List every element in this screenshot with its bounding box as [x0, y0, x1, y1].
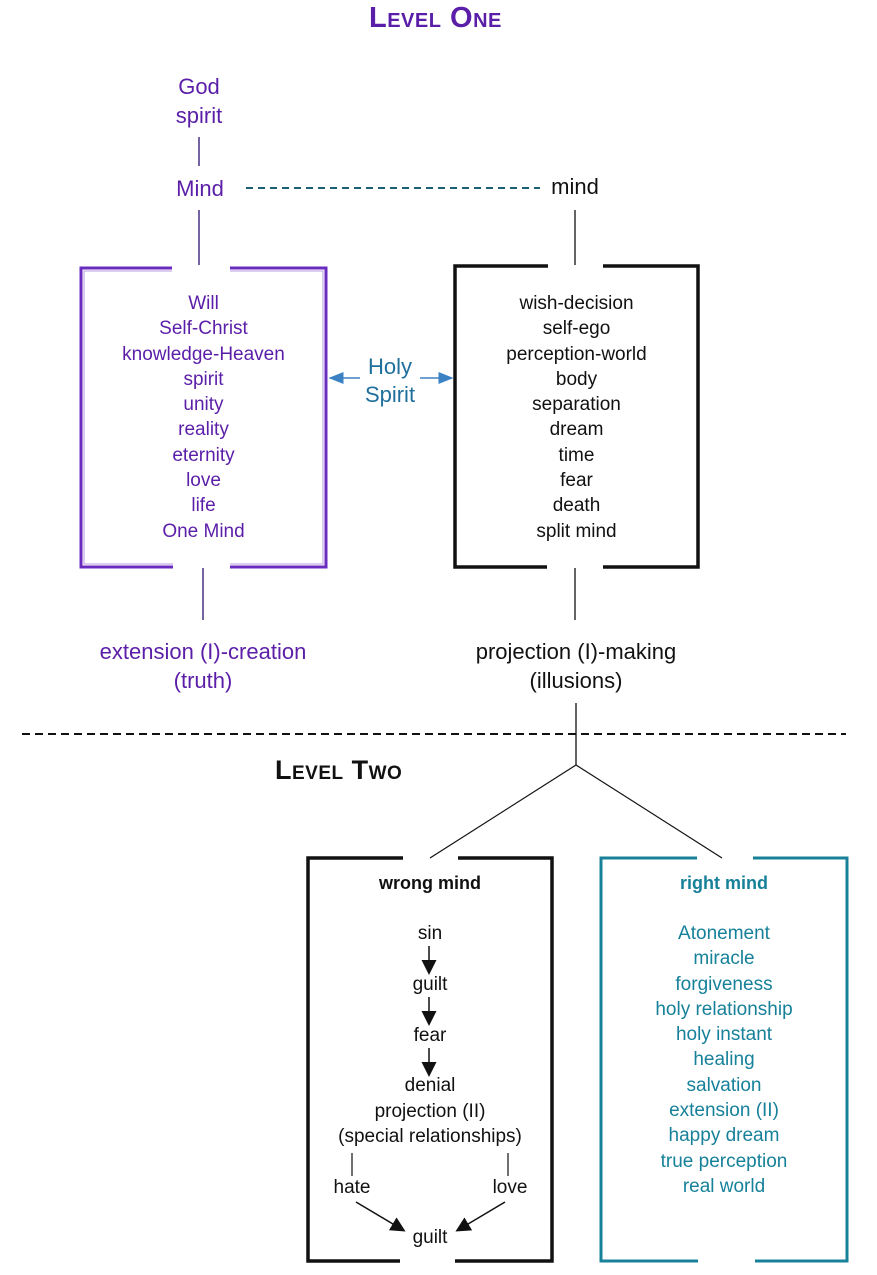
right-mind-item: true perception [660, 1150, 788, 1172]
right-mind-item: happy dream [668, 1125, 780, 1147]
right-mind-item: Atonement [678, 923, 770, 944]
right-box-item: self-ego [542, 318, 611, 340]
chain-fear: fear [413, 1025, 447, 1046]
projection-making-label: projection (I)-making [475, 639, 677, 664]
guilt-result-label: guilt [412, 1227, 448, 1248]
left-box-item: unity [183, 394, 224, 416]
hate-label: hate [333, 1177, 371, 1198]
level-two-heading: Level Two [275, 755, 403, 785]
left-box-list: Will Self-Christ knowledge-Heaven spirit… [84, 291, 323, 544]
right-box-item: fear [560, 470, 593, 492]
projection-ii-label: projection (II) [374, 1101, 486, 1122]
right-mind-item: miracle [693, 948, 755, 970]
special-relationships-label: (special relationships) [338, 1126, 522, 1147]
right-box-item: dream [549, 419, 604, 441]
holy-spirit-line1: Holy [367, 354, 412, 379]
right-mind-item: salvation [686, 1074, 762, 1096]
left-box-item: love [186, 470, 221, 492]
left-box-item: spirit [183, 368, 224, 390]
left-box-item: Self-Christ [159, 318, 248, 340]
right-mind-item: extension (II) [669, 1100, 779, 1122]
right-box-item: separation [532, 394, 621, 416]
right-mind-list: Atonement miracle forgiveness holy relat… [604, 921, 844, 1199]
Mind-label: Mind [176, 176, 224, 201]
denial-label: denial [404, 1075, 456, 1096]
branch-to-wrong-mind [429, 764, 577, 859]
holy-spirit-line2: Spirit [364, 382, 416, 407]
spirit-label: spirit [175, 103, 223, 128]
mind-label: mind [551, 174, 599, 199]
illusions-label: (illusions) [529, 668, 623, 693]
extension-creation-label: extension (I)-creation [99, 639, 307, 664]
chain-sin: sin [417, 923, 443, 944]
right-box-item: body [555, 368, 598, 390]
chain-guilt: guilt [412, 974, 448, 995]
right-box-item: split mind [536, 520, 617, 542]
left-box-item: One Mind [162, 520, 245, 542]
love-label: love [492, 1177, 528, 1198]
god-label: God [178, 74, 220, 99]
level-one-heading: Level One [369, 2, 502, 34]
right-mind-title: right mind [680, 873, 768, 893]
branch-to-right-mind [575, 764, 723, 859]
left-box-item: reality [178, 419, 229, 441]
left-box-item: knowledge-Heaven [122, 343, 285, 365]
wrong-mind-title: wrong mind [379, 873, 481, 893]
right-box-item: death [552, 495, 601, 517]
right-mind-item: holy relationship [655, 998, 793, 1020]
truth-label: (truth) [173, 668, 233, 693]
right-box-list: wish-decision self-ego perception-world … [458, 291, 695, 544]
right-box-item: time [558, 444, 595, 466]
left-box-item: Will [188, 293, 219, 314]
right-box-item: wish-decision [519, 293, 634, 314]
left-box-item: eternity [172, 444, 235, 466]
arrow-love-guilt [455, 1201, 506, 1232]
left-box-item: life [191, 495, 216, 517]
right-mind-item: forgiveness [675, 973, 773, 995]
right-box-item: perception-world [506, 343, 647, 365]
right-mind-item: healing [693, 1049, 755, 1071]
arrow-hate-guilt [355, 1201, 406, 1232]
right-mind-item: real world [682, 1175, 766, 1197]
wrong-mind-frame [306, 856, 554, 1263]
right-mind-item: holy instant [675, 1024, 773, 1046]
